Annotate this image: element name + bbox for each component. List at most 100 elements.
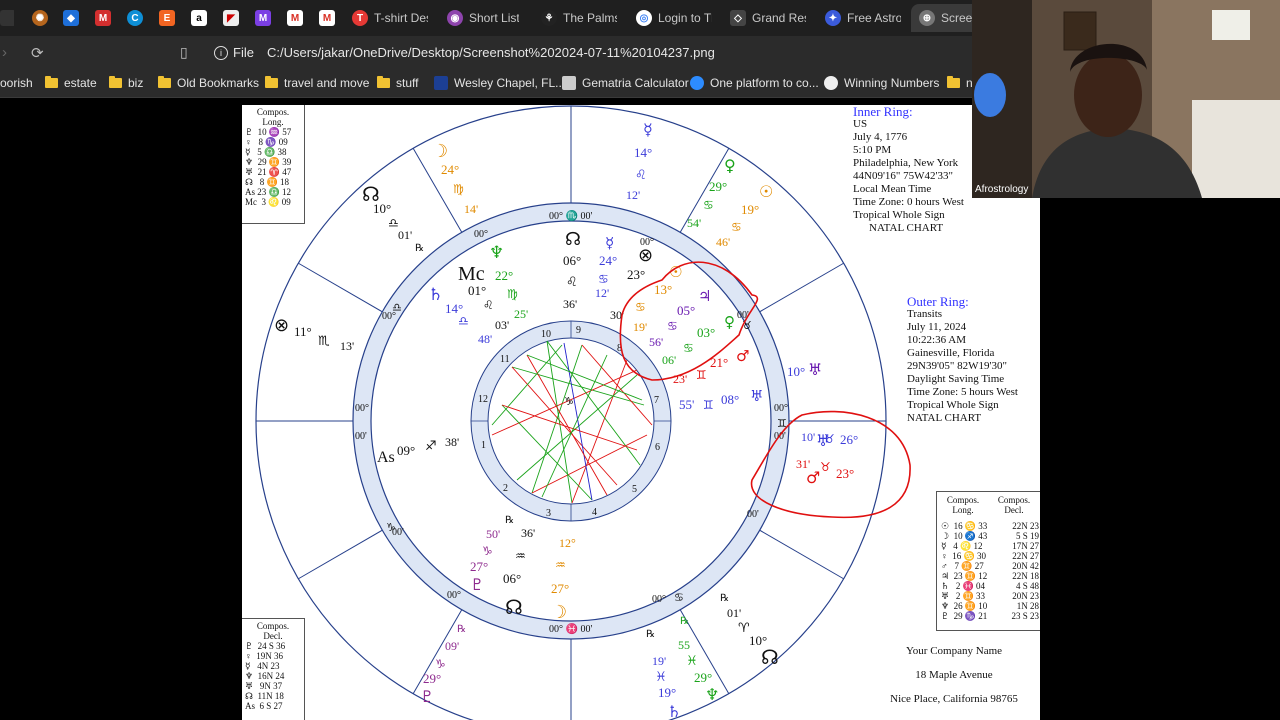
bookmark-stuff[interactable]: stuff — [377, 76, 418, 90]
bookmark-estate[interactable]: estate — [45, 76, 97, 90]
tab-shortlist[interactable]: ◉ Short List | — [447, 4, 519, 32]
bookmark-biz[interactable]: biz — [109, 76, 143, 90]
bookmark-winning[interactable]: Winning Numbers — [824, 76, 939, 90]
site-info[interactable]: i File — [214, 45, 254, 60]
table-row: ♇ 29 ♑ 21 23 S 23 — [937, 611, 1040, 621]
svg-text:19': 19' — [633, 320, 647, 334]
shortlist-icon: ◉ — [447, 10, 463, 26]
box-row: ♀ 8 ♑ 09 — [245, 137, 288, 147]
svg-text:♆: ♆ — [489, 243, 504, 263]
folder-icon — [45, 76, 58, 88]
pinned-tab-10[interactable]: M — [319, 4, 335, 32]
svg-text:03': 03' — [495, 318, 509, 332]
svg-text:13': 13' — [340, 339, 354, 353]
info-line: Transits — [907, 308, 943, 320]
table-row: ♃ 23 ♊ 12 22N 18 — [937, 571, 1040, 581]
tab-tshirt[interactable]: T T-shirt Des — [352, 4, 428, 32]
box-row: ♇ 24 S 36 — [245, 641, 286, 651]
pinned-tab-3[interactable]: M — [95, 4, 111, 32]
table-header-cell: Compos. Long. — [946, 495, 980, 515]
info-line: US — [853, 118, 868, 130]
svg-text:♑: ♑ — [435, 657, 446, 671]
svg-text:12': 12' — [626, 188, 640, 202]
bookmark-label: Old Bookmarks — [177, 76, 260, 90]
svg-text:50': 50' — [486, 527, 500, 541]
table-cell-decl: 1N 28 — [1014, 601, 1039, 611]
box-row: As 23 ♎ 12 — [245, 187, 291, 197]
folder-icon — [158, 76, 171, 88]
svg-text:♒: ♒ — [515, 549, 526, 563]
svg-text:6: 6 — [655, 442, 660, 453]
svg-text:♋: ♋ — [703, 198, 714, 212]
table-cell-long: ♅ 2 ♊ 33 — [941, 591, 986, 601]
svg-text:♅: ♅ — [808, 360, 822, 379]
table-cell-long: ☿ 4 ♌ 12 — [941, 541, 983, 551]
table-row: ♀ 16 ♋ 30 22N 27 — [937, 551, 1040, 561]
svg-text:☉: ☉ — [759, 182, 773, 201]
bookmark-gematria[interactable]: Gematria Calculator — [562, 76, 689, 90]
bookmark-wesley[interactable]: Wesley Chapel, FL... — [434, 76, 565, 90]
forward-icon[interactable]: › — [2, 44, 7, 61]
svg-text:♃: ♃ — [698, 287, 711, 305]
svg-text:2: 2 — [503, 483, 508, 494]
svg-text:36': 36' — [521, 526, 535, 540]
folder-icon — [377, 76, 390, 88]
pinned-tab-4[interactable]: C — [127, 4, 143, 32]
tab-palms[interactable]: ⚘ The Palms — [541, 4, 617, 32]
reload-icon[interactable]: ⟳ — [31, 44, 44, 62]
info-line: Philadelphia, New York — [853, 157, 959, 169]
pinned-tab-8[interactable]: M — [255, 4, 271, 32]
pinned-tab-2[interactable]: ◆ — [63, 4, 79, 32]
table-cell-long: ♆ 26 ♊ 10 — [941, 601, 988, 611]
svg-text:12': 12' — [595, 286, 609, 300]
svg-text:℞: ℞ — [720, 593, 729, 604]
tab-overflow[interactable] — [0, 4, 14, 32]
chrome-icon: ◎ — [636, 10, 652, 26]
svg-text:♋: ♋ — [635, 300, 646, 314]
svg-text:36': 36' — [563, 297, 577, 311]
svg-text:3: 3 — [546, 508, 551, 519]
table-row: ☽ 10 ♐ 43 5 S 19 — [937, 531, 1040, 541]
pinned-tab-1[interactable]: ✺ — [32, 4, 48, 32]
address-url[interactable]: C:/Users/jakar/OneDrive/Desktop/Screensh… — [267, 45, 715, 60]
svg-text:31': 31' — [796, 457, 810, 471]
svg-text:♆: ♆ — [705, 685, 719, 704]
tab-label: The Palms — [563, 11, 617, 25]
table-row: ♅ 2 ♊ 33 20N 23 — [937, 591, 1040, 601]
amazon-icon: a — [191, 10, 207, 26]
pinned-tab-5[interactable]: E — [159, 4, 175, 32]
bookmark-travel[interactable]: travel and move — [265, 76, 369, 90]
pinned-tab-9[interactable]: M — [287, 4, 303, 32]
pinned-tab-7[interactable]: ◤ — [223, 4, 239, 32]
tab-login[interactable]: ◎ Login to Th — [636, 4, 712, 32]
svg-text:☊: ☊ — [505, 595, 523, 619]
compos-long-box: Compos. Long. ♇ 10 ♒ 57 ♀ 8 ♑ 09 ☿ 5 ♎ 3… — [242, 105, 305, 224]
inner-ring-info: Inner Ring: US July 4, 1776 5:10 PM Phil… — [853, 105, 964, 235]
svg-text:℞: ℞ — [415, 243, 424, 254]
bookmark-icon[interactable]: ▯ — [180, 44, 188, 61]
pinned-tab-6[interactable]: a — [191, 4, 207, 32]
bookmark-oorish[interactable]: oorish — [0, 76, 33, 90]
svg-text:♓: ♓ — [686, 654, 698, 669]
box-row: ♇ 10 ♒ 57 — [245, 127, 292, 137]
bookmark-old[interactable]: Old Bookmarks — [158, 76, 259, 90]
bookmark-label: Winning Numbers — [844, 76, 940, 90]
bookmark-more[interactable]: n — [947, 76, 973, 90]
box-row: ☊ 8 ♊ 18 — [245, 177, 289, 187]
svg-text:♋: ♋ — [598, 272, 609, 286]
box-row: Mc 3 ♌ 09 — [245, 197, 291, 207]
svg-text:00° ♏ 00': 00° ♏ 00' — [549, 209, 592, 222]
svg-text:☊: ☊ — [761, 645, 779, 669]
tab-label: Grand Rese — [752, 11, 806, 25]
bookmark-label: One platform to co... — [710, 76, 819, 90]
svg-text:♎: ♎ — [458, 314, 469, 328]
tshirt-icon: T — [352, 10, 368, 26]
tab-astrology[interactable]: ✦ Free Astrol — [825, 4, 901, 32]
box-title: Compos. Long. — [256, 107, 290, 127]
tab-grand[interactable]: ◇ Grand Rese — [730, 4, 806, 32]
svg-text:♊: ♊ — [703, 398, 714, 412]
bookmark-platform[interactable]: One platform to co... — [690, 76, 819, 90]
svg-text:♌: ♌ — [566, 275, 578, 290]
table-cell-decl: 22N 27 — [1012, 551, 1039, 561]
webcam-overlay — [972, 0, 1280, 198]
